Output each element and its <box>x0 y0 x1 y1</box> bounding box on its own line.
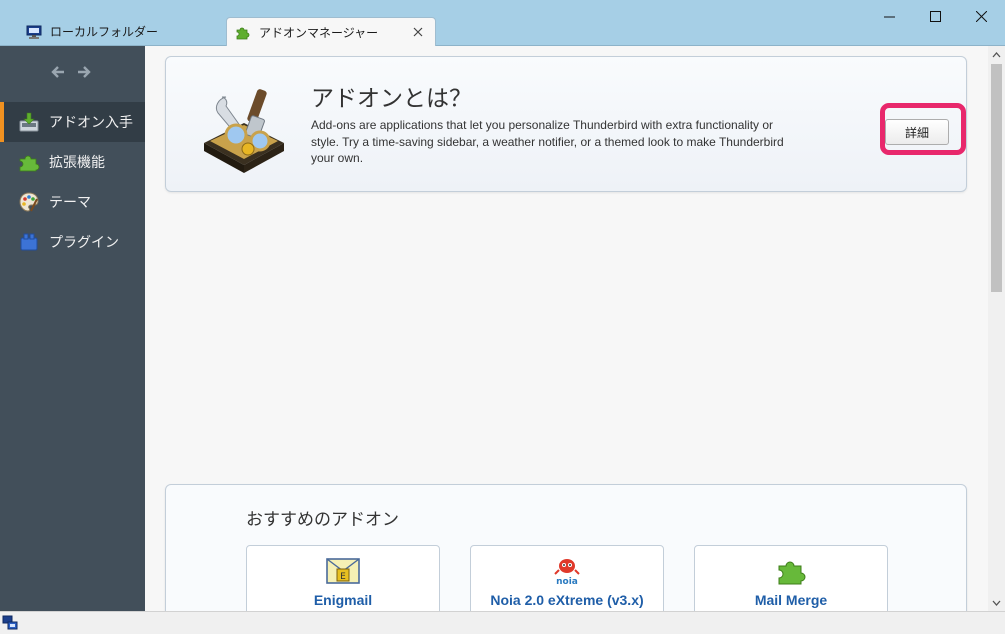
tools-illustration-icon <box>204 89 284 173</box>
recommended-addons-card: おすすめのアドオン E Enigmail noia Noia 2.0 eXtre… <box>165 484 967 611</box>
puzzle-icon <box>236 27 250 40</box>
addon-name: Mail Merge <box>754 592 828 608</box>
sidebar-item-label: 拡張機能 <box>49 155 105 171</box>
sidebar-item-label: プラグイン <box>49 235 119 251</box>
recommended-title: おすすめのアドオン <box>246 510 399 530</box>
sidebar-item-label: アドオン入手 <box>49 115 133 131</box>
scroll-up-button[interactable] <box>988 46 1005 63</box>
sidebar: アドオン入手 拡張機能 テーマ プラグイン <box>0 46 145 611</box>
back-arrow-icon[interactable] <box>50 64 66 80</box>
forward-arrow-icon[interactable] <box>76 64 92 80</box>
close-icon[interactable] <box>409 23 427 41</box>
sidebar-item-label: テーマ <box>49 195 91 211</box>
addon-tile-mail-merge[interactable]: Mail Merge <box>694 545 888 611</box>
addons-intro-card: アドオンとは？ Add-ons are applications that le… <box>165 56 967 192</box>
sidebar-item-themes[interactable]: テーマ <box>0 182 145 222</box>
minimize-icon <box>883 16 895 17</box>
details-button[interactable]: 詳細 <box>885 119 949 145</box>
scroll-thumb[interactable] <box>991 64 1002 292</box>
enigmail-icon: E <box>326 558 360 584</box>
tab-local-folders[interactable]: ローカルフォルダー <box>12 17 212 46</box>
svg-text:noia: noia <box>556 577 578 586</box>
addon-name: Enigmail <box>313 592 373 608</box>
chevron-down-icon <box>992 600 1001 606</box>
tab-label: ローカルフォルダー <box>50 25 159 39</box>
sidebar-item-get-addons[interactable]: アドオン入手 <box>0 102 145 142</box>
addon-tile-enigmail[interactable]: E Enigmail <box>246 545 440 611</box>
sidebar-item-extensions[interactable]: 拡張機能 <box>0 142 145 182</box>
computer-icon <box>26 25 42 39</box>
main-content: アドオンとは？ Add-ons are applications that le… <box>145 46 988 611</box>
puzzle-icon <box>778 561 806 585</box>
noia-icon: noia <box>554 559 580 586</box>
addons-description: Add-ons are applications that let you pe… <box>311 118 784 165</box>
scroll-down-button[interactable] <box>988 594 1005 611</box>
close-icon <box>975 10 987 22</box>
plugin-icon <box>20 233 38 251</box>
vertical-scrollbar[interactable] <box>988 46 1005 611</box>
addon-name: Noia 2.0 eXtreme (v3.x) <box>490 592 644 608</box>
sidebar-item-plugins[interactable]: プラグイン <box>0 222 145 262</box>
maximize-button[interactable] <box>912 0 958 32</box>
tab-label: アドオンマネージャー <box>259 25 379 40</box>
close-window-button[interactable] <box>958 0 1004 32</box>
svg-text:E: E <box>340 572 346 582</box>
status-bar <box>0 611 1005 634</box>
navigation-arrows <box>50 64 92 80</box>
title-bar: ローカルフォルダー アドオンマネージャー <box>0 0 1005 46</box>
palette-icon <box>19 192 39 212</box>
tab-addon-manager[interactable]: アドオンマネージャー <box>226 17 436 46</box>
download-icon <box>19 112 39 132</box>
chevron-up-icon <box>992 51 1001 57</box>
puzzle-icon <box>19 155 40 172</box>
minimize-button[interactable] <box>866 0 912 32</box>
addon-tile-noia[interactable]: noia Noia 2.0 eXtreme (v3.x) <box>470 545 664 611</box>
network-status-icon[interactable] <box>2 615 18 631</box>
maximize-icon <box>929 10 941 22</box>
page-title: アドオンとは？ <box>311 86 472 112</box>
